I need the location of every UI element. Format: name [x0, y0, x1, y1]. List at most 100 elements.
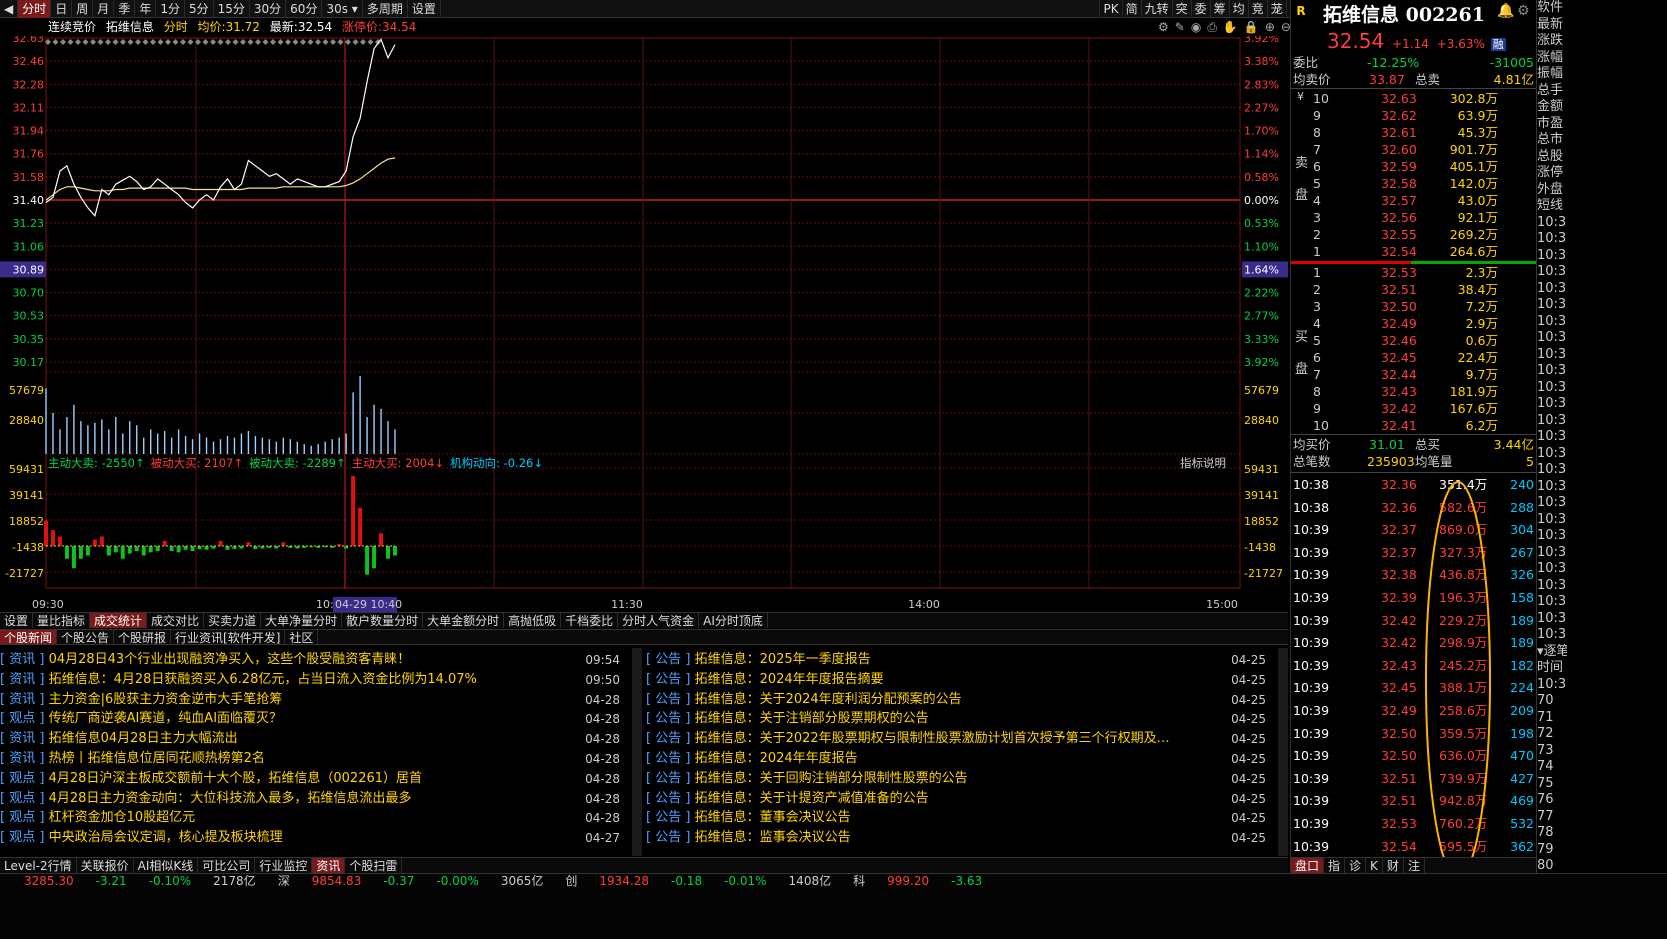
order-level[interactable]: 1 32.54 264.6万	[1291, 243, 1536, 260]
lock-icon[interactable]: 🔒	[1244, 20, 1259, 35]
news-tab-0[interactable]: 个股新闻	[0, 630, 58, 645]
back-arrow-icon[interactable]: ◀	[0, 0, 19, 18]
period-tab-6[interactable]: 1分	[156, 0, 185, 18]
indicator-tab-5[interactable]: 大单净量分时	[261, 613, 343, 628]
pen-icon[interactable]: ✎	[1175, 20, 1185, 35]
period-tab-10[interactable]: 60分	[286, 0, 323, 18]
news-tab-1[interactable]: 个股公告	[57, 630, 115, 645]
period-tab-5[interactable]: 年	[135, 0, 157, 18]
order-level[interactable]: 10 32.63 302.8万	[1291, 90, 1536, 107]
bottom-tab-1[interactable]: 关联报价	[77, 858, 134, 873]
order-level[interactable]: 5 32.58 142.0万	[1291, 175, 1536, 192]
order-level[interactable]: 7 32.44 9.7万	[1291, 366, 1536, 383]
bottom-tab-3[interactable]: 可比公司	[198, 858, 256, 873]
bottom-tab-2[interactable]: AI相似K线	[134, 858, 199, 873]
order-level[interactable]: 2 32.51 38.4万	[1291, 281, 1536, 298]
indicator-tab-3[interactable]: 成交对比	[147, 613, 205, 628]
indicator-tab-9[interactable]: 千档委比	[561, 613, 619, 628]
period-tab-7[interactable]: 5分	[185, 0, 214, 18]
news-item[interactable]: [ 公告 ] 拓维信息：董事会决议公告 04-25	[646, 808, 1266, 828]
print-icon[interactable]: ⎙	[1207, 20, 1217, 35]
order-level[interactable]: 10 32.41 6.2万	[1291, 417, 1536, 434]
news-item[interactable]: [ 观点 ] 传统厂商逆袭AI赛道，纯血AI面临覆灭？ 04-28	[0, 709, 620, 729]
hand-icon[interactable]: ✋	[1223, 20, 1238, 35]
intraday-chart[interactable]: 32.63 32.46 32.28 32.11 31.94 31.76 31.58 31.40…	[0, 36, 1288, 616]
period-tab-13[interactable]: 设置	[408, 0, 441, 18]
order-level[interactable]: 9 32.62 63.9万	[1291, 107, 1536, 124]
news-item[interactable]: [ 公告 ] 拓维信息：关于2024年度利润分配预案的公告 04-25	[646, 690, 1266, 710]
order-level[interactable]: 8 32.43 181.9万	[1291, 383, 1536, 400]
panel-tab-4[interactable]: 财	[1383, 858, 1404, 873]
bell-icon[interactable]: 🔔	[1497, 3, 1514, 19]
indicator-tab-0[interactable]: 设置	[0, 613, 34, 628]
order-level[interactable]: 3 32.56 92.1万	[1291, 209, 1536, 226]
order-level[interactable]: 4 32.49 2.9万	[1291, 315, 1536, 332]
tool-1[interactable]: 简	[1121, 0, 1141, 18]
news-right-scrollbar[interactable]	[1278, 648, 1288, 856]
order-level[interactable]: 8 32.61 45.3万	[1291, 124, 1536, 141]
order-level[interactable]: 3 32.50 7.2万	[1291, 298, 1536, 315]
order-level[interactable]: 6 32.59 405.1万	[1291, 158, 1536, 175]
order-level[interactable]: 7 32.60 901.7万	[1291, 141, 1536, 158]
news-tab-3[interactable]: 行业资讯[软件开发]	[171, 630, 286, 645]
bottom-tab-0[interactable]: Level-2行情	[0, 858, 77, 873]
news-item[interactable]: [ 资讯 ] 拓维信息：4月28日获融资买入6.28亿元，占当日流入资金比例为1…	[0, 670, 620, 690]
order-level[interactable]: 2 32.55 269.2万	[1291, 226, 1536, 243]
news-item[interactable]: [ 公告 ] 拓维信息：关于回购注销部分限制性股票的公告 04-25	[646, 769, 1266, 789]
indicator-tab-10[interactable]: 分时人气资金	[618, 613, 700, 628]
news-item[interactable]: [ 观点 ] 中央政治局会议定调，核心提及板块梳理 04-27	[0, 828, 620, 848]
bottom-tab-5[interactable]: 资讯	[312, 858, 346, 873]
panel-tab-5[interactable]: 注	[1404, 858, 1425, 873]
gear-icon[interactable]: ⚙	[1517, 3, 1530, 19]
tool-5[interactable]: 筹	[1209, 0, 1229, 18]
panel-tab-3[interactable]: K	[1366, 858, 1383, 873]
period-tab-1[interactable]: 日	[51, 0, 73, 18]
news-item[interactable]: [ 资讯 ] 主力资金|6股获主力资金逆市大手笔抢筹 04-28	[0, 690, 620, 710]
indicator-tab-1[interactable]: 量比指标	[33, 613, 91, 628]
bottom-tab-6[interactable]: 个股扫雷	[345, 858, 403, 873]
news-left-scrollbar[interactable]	[632, 648, 642, 856]
news-item[interactable]: [ 公告 ] 拓维信息：2024年年度报告 04-25	[646, 749, 1266, 769]
indicator-tab-8[interactable]: 高抛低吸	[504, 613, 562, 628]
indicator-tab-6[interactable]: 散户数量分时	[342, 613, 424, 628]
news-item[interactable]: [ 资讯 ] 04月28日43个行业出现融资净买入，这些个股受融资客青睐！ 09:…	[0, 650, 620, 670]
indicator-tab-11[interactable]: AI分时顶底	[699, 613, 768, 628]
tool-3[interactable]: 突	[1171, 0, 1191, 18]
panel-tab-2[interactable]: 诊	[1345, 858, 1367, 873]
news-item[interactable]: [ 资讯 ] 热榜丨拓维信息位居同花顺热榜第2名 04-28	[0, 749, 620, 769]
order-level[interactable]: 6 32.45 22.4万	[1291, 349, 1536, 366]
tool-2[interactable]: 九转	[1140, 0, 1172, 18]
period-tab-9[interactable]: 30分	[250, 0, 287, 18]
news-item[interactable]: [ 公告 ] 拓维信息：关于注销部分股票期权的公告 04-25	[646, 709, 1266, 729]
tool-0[interactable]: PK	[1099, 0, 1121, 18]
tool-6[interactable]: 均	[1228, 0, 1248, 18]
eye-icon[interactable]: ◉	[1191, 20, 1201, 35]
indicator-help-button[interactable]: 指标说明	[1180, 455, 1226, 471]
panel-tab-0[interactable]: 盘口	[1291, 858, 1325, 873]
bottom-tab-4[interactable]: 行业监控	[255, 858, 313, 873]
tool-8[interactable]: 茏	[1266, 0, 1286, 18]
news-tab-2[interactable]: 个股研报	[114, 630, 172, 645]
order-level[interactable]: 4 32.57 43.0万	[1291, 192, 1536, 209]
news-item[interactable]: [ 观点 ] 杠杆资金加仓10股超亿元 04-28	[0, 808, 620, 828]
period-tab-3[interactable]: 月	[93, 0, 115, 18]
period-tab-12[interactable]: 多周期	[363, 0, 408, 18]
period-tab-0[interactable]: 分时	[18, 0, 52, 18]
news-item[interactable]: [ 资讯 ] 拓维信息04月28日主力大幅流出 04-28	[0, 729, 620, 749]
news-item[interactable]: [ 观点 ] 4月28日沪深主板成交额前十大个股，拓维信息（002261）居首 0…	[0, 769, 620, 789]
news-item[interactable]: [ 公告 ] 拓维信息：2025年一季度报告 04-25	[646, 650, 1266, 670]
order-level[interactable]: 5 32.46 0.6万	[1291, 332, 1536, 349]
tool-4[interactable]: 委	[1190, 0, 1210, 18]
gear-icon[interactable]: ⚙	[1158, 20, 1169, 35]
news-tab-4[interactable]: 社区	[285, 630, 319, 645]
period-tab-4[interactable]: 季	[114, 0, 136, 18]
panel-tab-1[interactable]: 指	[1324, 858, 1346, 873]
indicator-tab-2[interactable]: 成交统计	[90, 613, 148, 628]
period-tab-11[interactable]: 30s ▾	[322, 0, 363, 18]
order-level[interactable]: 9 32.42 167.6万	[1291, 400, 1536, 417]
news-item[interactable]: [ 公告 ] 拓维信息：关于计提资产减值准备的公告 04-25	[646, 789, 1266, 809]
order-level[interactable]: 1 32.53 2.3万	[1291, 264, 1536, 281]
news-item[interactable]: [ 公告 ] 拓维信息：2024年年度报告摘要 04-25	[646, 670, 1266, 690]
news-item[interactable]: [ 公告 ] 拓维信息：监事会决议公告 04-25	[646, 828, 1266, 848]
news-item[interactable]: [ 公告 ] 拓维信息：关于2022年股票期权与限制性股票激励计划首次授予第三个…	[646, 729, 1266, 749]
